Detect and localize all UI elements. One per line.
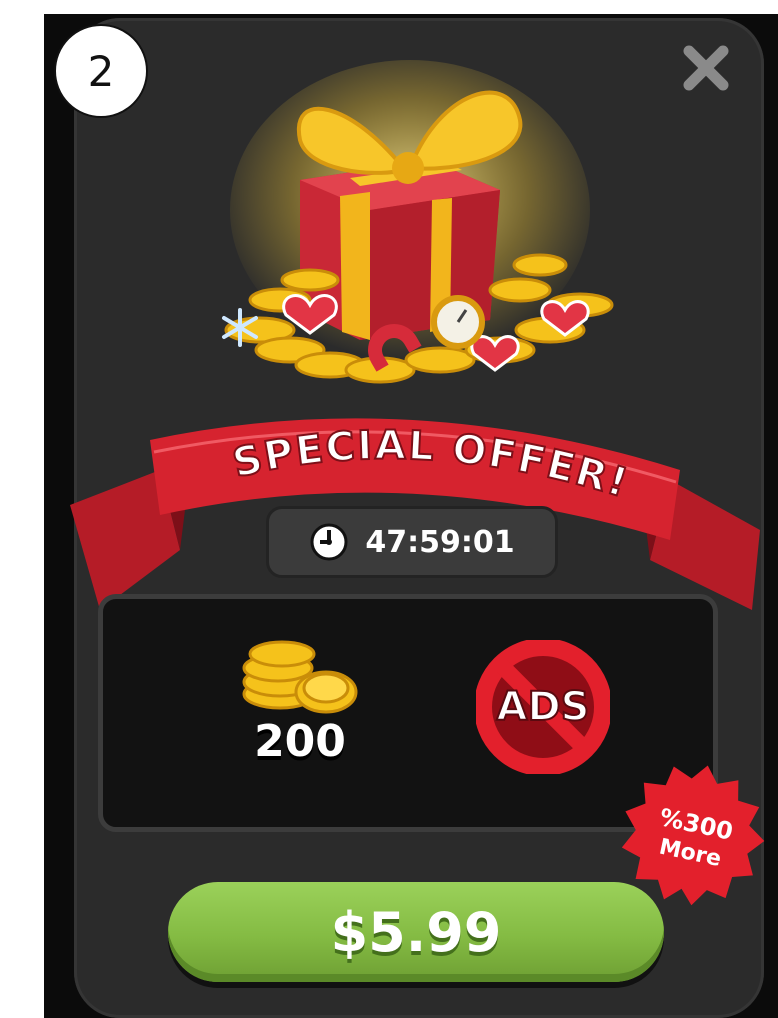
step-number-badge: 2 [54,24,148,118]
coin-stack-icon [242,640,358,714]
gift-box-icon [222,60,614,384]
no-ads-label: ADS [497,684,590,730]
step-number: 2 [87,46,115,96]
buy-button[interactable]: $5.99 [168,882,664,982]
no-ads-icon: ADS [476,640,610,774]
bonus-badge: %300 More [621,765,765,906]
close-icon[interactable] [680,42,732,94]
timer-value: 47:59:01 [365,524,515,560]
special-offer-title: SPECIAL OFFER! [228,423,634,508]
coins-amount: 200 [254,716,346,767]
clock-icon [310,523,348,561]
offer-timer: 47:59:01 [266,506,558,578]
